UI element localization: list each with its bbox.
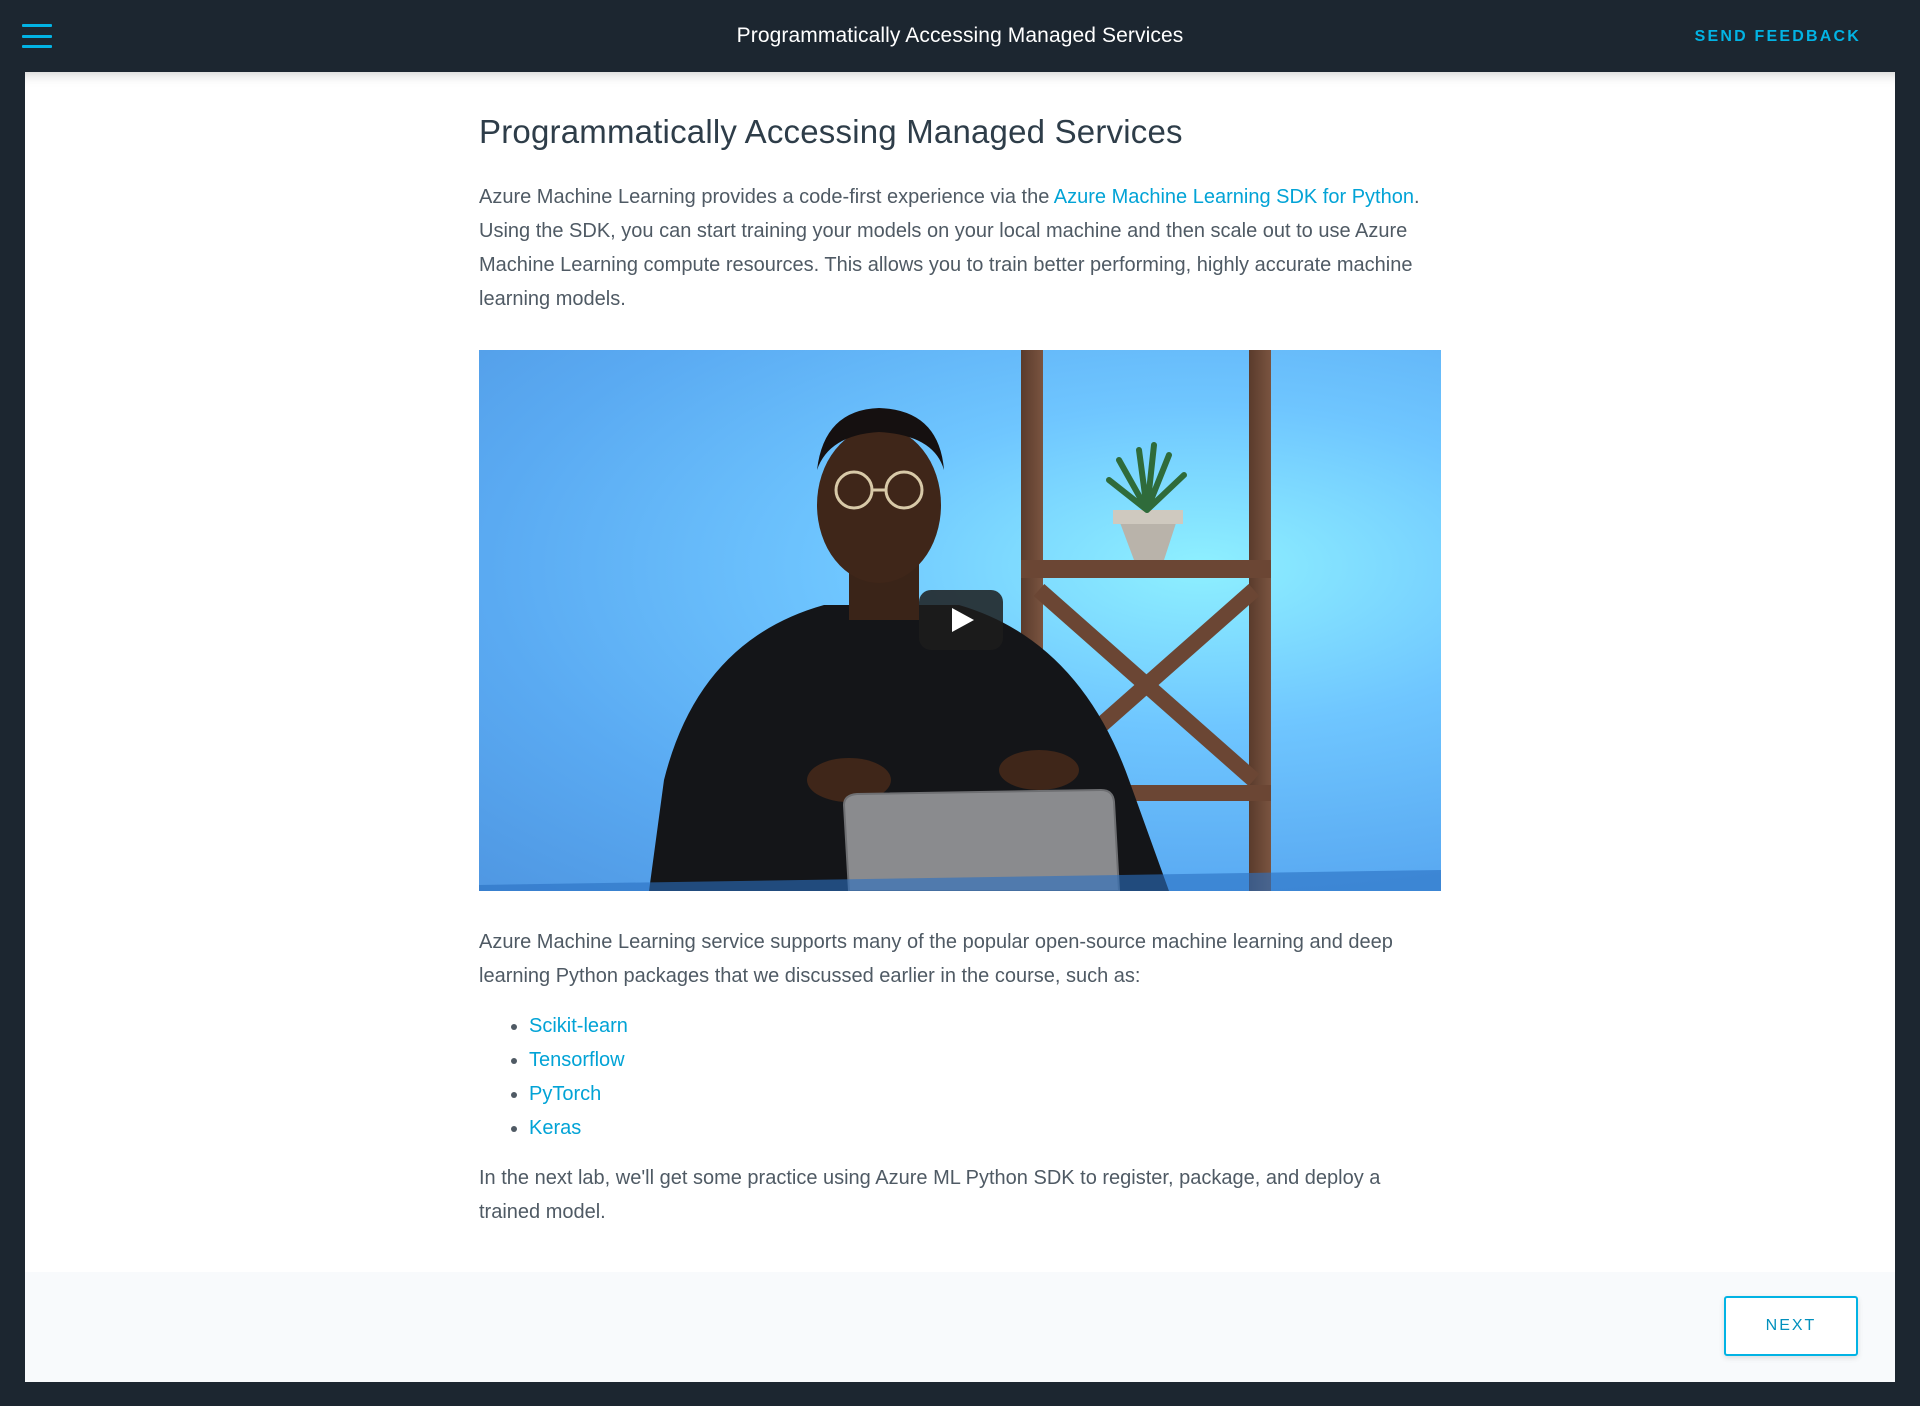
lesson-panel: Programmatically Accessing Managed Servi…	[25, 72, 1895, 1382]
tensorflow-link[interactable]: Tensorflow	[529, 1049, 625, 1071]
send-feedback-link[interactable]: SEND FEEDBACK	[1695, 28, 1861, 46]
closing-paragraph: In the next lab, we'll get some practice…	[479, 1166, 1381, 1223]
pytorch-link[interactable]: PyTorch	[529, 1083, 601, 1105]
lesson-heading: Programmatically Accessing Managed Servi…	[479, 113, 1183, 150]
sdk-link[interactable]: Azure Machine Learning SDK for Python	[1054, 186, 1414, 208]
lesson-footer: NEXT	[25, 1272, 1895, 1382]
list-item: Keras	[529, 1111, 1441, 1145]
packages-list: Scikit-learn Tensorflow PyTorch Keras	[479, 1009, 1441, 1145]
video-player[interactable]	[479, 349, 1441, 891]
page-title-header: Programmatically Accessing Managed Servi…	[736, 24, 1184, 47]
top-bar: Programmatically Accessing Managed Servi…	[0, 0, 1920, 72]
next-button[interactable]: NEXT	[1724, 1296, 1858, 1356]
play-icon[interactable]	[919, 589, 1003, 650]
list-item: Scikit-learn	[529, 1009, 1441, 1043]
list-item: PyTorch	[529, 1077, 1441, 1111]
lesson-content: Programmatically Accessing Managed Servi…	[479, 112, 1441, 1229]
list-item: Tensorflow	[529, 1043, 1441, 1077]
intro-paragraph: Azure Machine Learning provides a code-f…	[479, 180, 1441, 316]
intro-text-start: Azure Machine Learning provides a code-f…	[479, 185, 1054, 208]
scikit-learn-link[interactable]: Scikit-learn	[529, 1015, 628, 1037]
packages-intro-paragraph: Azure Machine Learning service supports …	[479, 930, 1393, 987]
hamburger-menu-icon[interactable]	[22, 24, 52, 48]
keras-link[interactable]: Keras	[529, 1117, 581, 1139]
